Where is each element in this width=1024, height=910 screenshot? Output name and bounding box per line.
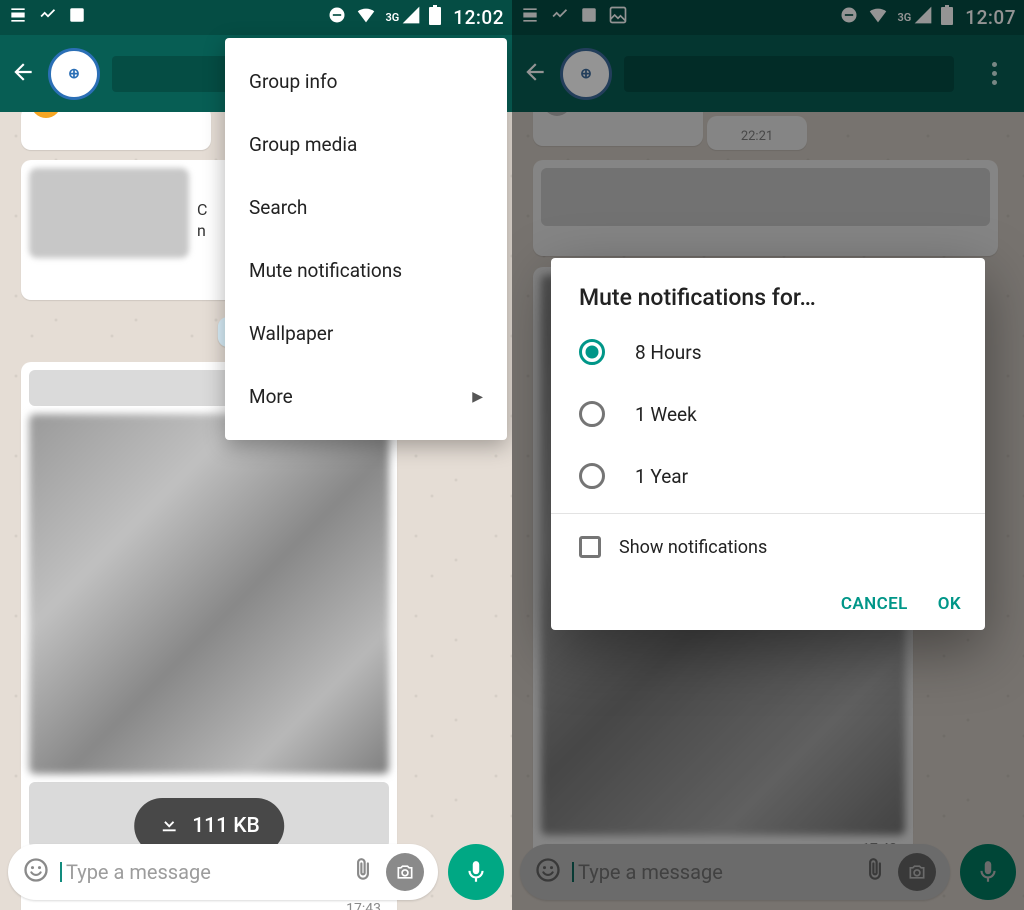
chevron-right-icon: ▶ bbox=[472, 389, 483, 405]
signal-icon bbox=[401, 5, 421, 30]
dnd-icon bbox=[327, 5, 347, 30]
clock: 12:02 bbox=[453, 6, 504, 29]
phone-screen-right: 3G 12:07 ⊕ 22:21 17:43 bbox=[512, 0, 1024, 910]
message-bubble[interactable]: C n bbox=[21, 160, 241, 300]
undownloaded-image[interactable] bbox=[29, 414, 389, 774]
quoted-thumbnail bbox=[29, 168, 189, 258]
sender-avatar bbox=[31, 112, 61, 118]
ok-button[interactable]: OK bbox=[938, 594, 961, 614]
phone-screen-left: 3G 12:02 ⊕ C n JANUA 111 KB 17: bbox=[0, 0, 512, 910]
message-input-bar: Type a message bbox=[8, 844, 504, 900]
input-placeholder[interactable]: Type a message bbox=[60, 860, 340, 884]
square-icon bbox=[68, 6, 86, 29]
download-icon bbox=[158, 812, 180, 840]
image-message-bubble[interactable]: 111 KB 17:43 bbox=[21, 362, 397, 910]
menu-item-more[interactable]: More▶ bbox=[225, 365, 507, 428]
message-time: 17:43 bbox=[346, 901, 381, 910]
wifi-icon bbox=[355, 4, 377, 31]
menu-item-mute-notifications[interactable]: Mute notifications bbox=[225, 239, 507, 302]
menu-item-wallpaper[interactable]: Wallpaper bbox=[225, 302, 507, 365]
emoji-icon[interactable] bbox=[22, 856, 50, 888]
message-input[interactable]: Type a message bbox=[8, 844, 438, 900]
overflow-menu: Group info Group media Search Mute notif… bbox=[225, 38, 507, 440]
battery-icon bbox=[429, 5, 441, 30]
group-avatar[interactable]: ⊕ bbox=[48, 48, 100, 100]
text-caret bbox=[60, 862, 62, 882]
download-size: 111 KB bbox=[192, 814, 260, 838]
menu-item-group-media[interactable]: Group media bbox=[225, 113, 507, 176]
attach-icon[interactable] bbox=[350, 857, 376, 887]
dialog-actions: CANCEL OK bbox=[551, 580, 985, 620]
radio-icon bbox=[579, 339, 605, 365]
menu-item-group-info[interactable]: Group info bbox=[225, 50, 507, 113]
missed-call-icon bbox=[38, 5, 58, 30]
radio-icon bbox=[579, 401, 605, 427]
voice-message-button[interactable] bbox=[448, 844, 504, 900]
camera-icon[interactable] bbox=[386, 853, 424, 891]
radio-option-8-hours[interactable]: 8 Hours bbox=[551, 321, 985, 383]
dialog-title: Mute notifications for… bbox=[551, 284, 985, 321]
show-notifications-checkbox[interactable]: Show notifications bbox=[551, 514, 985, 580]
message-bubble[interactable] bbox=[21, 112, 211, 150]
radio-icon bbox=[579, 463, 605, 489]
back-arrow-icon[interactable] bbox=[10, 59, 36, 89]
status-bar: 3G 12:02 bbox=[0, 0, 512, 35]
radio-option-1-week[interactable]: 1 Week bbox=[551, 383, 985, 445]
voicemail-icon bbox=[8, 5, 28, 30]
message-text-peek: C n bbox=[197, 200, 207, 242]
mute-notifications-dialog: Mute notifications for… 8 Hours 1 Week 1… bbox=[551, 258, 985, 630]
menu-item-search[interactable]: Search bbox=[225, 176, 507, 239]
checkbox-icon bbox=[579, 536, 601, 558]
cancel-button[interactable]: CANCEL bbox=[841, 594, 908, 614]
network-label: 3G bbox=[385, 11, 399, 24]
radio-option-1-year[interactable]: 1 Year bbox=[551, 445, 985, 507]
